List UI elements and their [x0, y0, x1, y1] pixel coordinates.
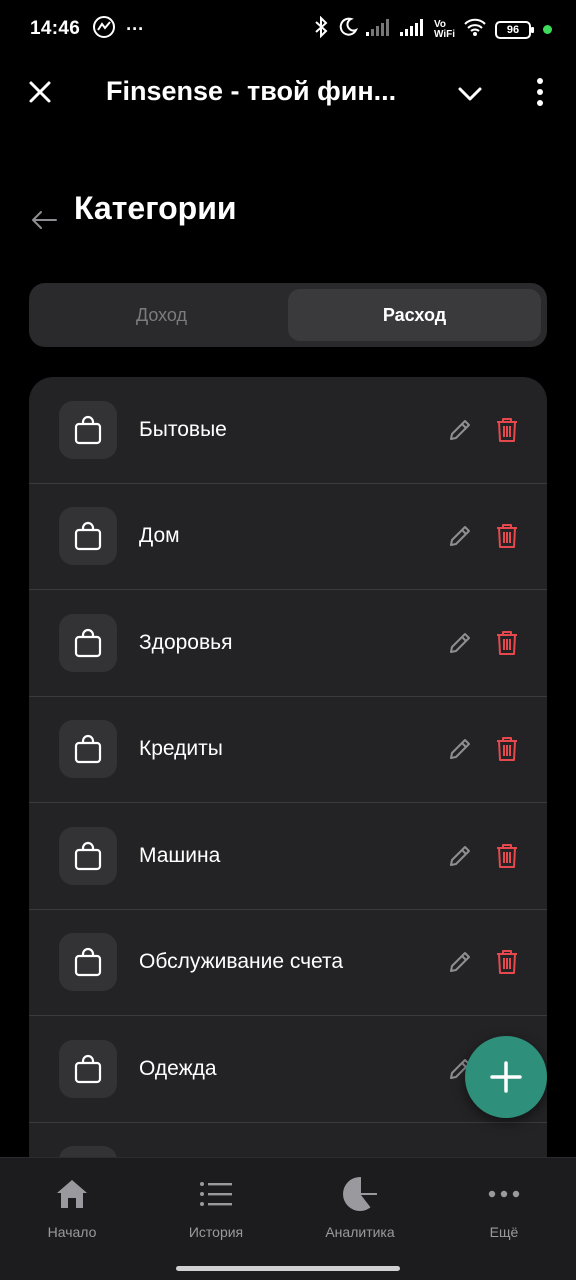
category-label: Бытовые [139, 417, 227, 441]
edit-pencil-icon[interactable] [447, 523, 473, 549]
tab-income[interactable]: Доход [35, 289, 288, 341]
nav-label-history: История [188, 1224, 244, 1240]
category-row[interactable]: Дом [29, 484, 547, 590]
home-indicator[interactable] [176, 1266, 400, 1271]
chevron-down-icon[interactable] [456, 80, 484, 108]
tab-expense[interactable]: Расход [288, 289, 541, 341]
category-label: Кредиты [139, 737, 223, 761]
category-list: Бытовые Дом Здоровья Кредиты Машина Обсл… [29, 377, 547, 1167]
nav-label-home: Начало [47, 1224, 97, 1240]
category-label: Одежда [139, 1056, 217, 1080]
shopping-bag-icon [59, 613, 117, 672]
category-row[interactable]: Кредиты [29, 697, 547, 803]
edit-pencil-icon[interactable] [447, 630, 473, 656]
delete-trash-icon[interactable] [495, 843, 519, 869]
category-row[interactable]: Обслуживание счета [29, 910, 547, 1016]
shopping-bag-icon [59, 1039, 117, 1098]
app-title: Finsense - твой фин... [106, 76, 397, 106]
nav-label-more: Ещё [489, 1224, 519, 1240]
more-horizontal-icon [486, 1176, 522, 1212]
type-tabs: Доход Расход [29, 283, 547, 347]
category-label: Машина [139, 843, 221, 867]
category-row[interactable]: Машина [29, 803, 547, 910]
home-icon [54, 1176, 90, 1212]
category-row[interactable]: Бытовые [29, 377, 547, 484]
plus-icon [490, 1061, 522, 1093]
do-not-disturb-icon [338, 17, 359, 42]
status-bar: 14:46 ··· Vo WiFi 96 [0, 0, 576, 58]
more-vertical-icon[interactable] [530, 76, 550, 108]
edit-pencil-icon[interactable] [447, 843, 473, 869]
list-icon [198, 1176, 234, 1212]
app-notification-icon [92, 15, 116, 44]
delete-trash-icon[interactable] [495, 736, 519, 762]
shopping-bag-icon [59, 826, 117, 885]
back-arrow-icon[interactable] [30, 208, 58, 232]
delete-trash-icon[interactable] [495, 949, 519, 975]
category-label: Дом [139, 524, 180, 548]
edit-pencil-icon[interactable] [447, 417, 473, 443]
edit-pencil-icon[interactable] [447, 736, 473, 762]
shopping-bag-icon [59, 400, 117, 459]
bottom-navigation: Начало История Аналитика Ещё [0, 1157, 576, 1255]
shopping-bag-icon [59, 720, 117, 779]
nav-item-home[interactable]: Начало [0, 1158, 144, 1255]
category-label: Здоровья [139, 630, 233, 654]
app-bar: Finsense - твой фин... [0, 58, 576, 126]
vowifi-indicator: Vo WiFi [433, 19, 455, 40]
shopping-bag-icon [59, 507, 117, 566]
signal-icon-2 [399, 18, 426, 41]
wifi-icon [463, 17, 487, 42]
nav-item-more[interactable]: Ещё [432, 1158, 576, 1255]
page-title: Категории [74, 190, 237, 226]
status-time: 14:46 [30, 18, 81, 39]
delete-trash-icon[interactable] [495, 630, 519, 656]
battery-indicator: 96 [495, 20, 534, 39]
signal-icon-1 [365, 18, 392, 41]
nav-label-analytics: Аналитика [325, 1224, 395, 1240]
delete-trash-icon[interactable] [495, 523, 519, 549]
vowifi-bottom: WiFi [433, 28, 455, 40]
edit-pencil-icon[interactable] [447, 949, 473, 975]
nav-item-history[interactable]: История [144, 1158, 288, 1255]
category-label: Обслуживание счета [139, 950, 344, 974]
privacy-indicator-dot [543, 25, 552, 34]
close-icon[interactable] [26, 78, 54, 106]
add-category-button[interactable] [465, 1036, 547, 1118]
delete-trash-icon[interactable] [495, 417, 519, 443]
shopping-bag-icon [59, 933, 117, 992]
category-row[interactable]: Здоровья [29, 590, 547, 697]
pie-chart-icon [342, 1176, 378, 1212]
bluetooth-icon [312, 15, 330, 43]
more-notifications-icon: ··· [126, 18, 145, 39]
nav-item-analytics[interactable]: Аналитика [288, 1158, 432, 1255]
